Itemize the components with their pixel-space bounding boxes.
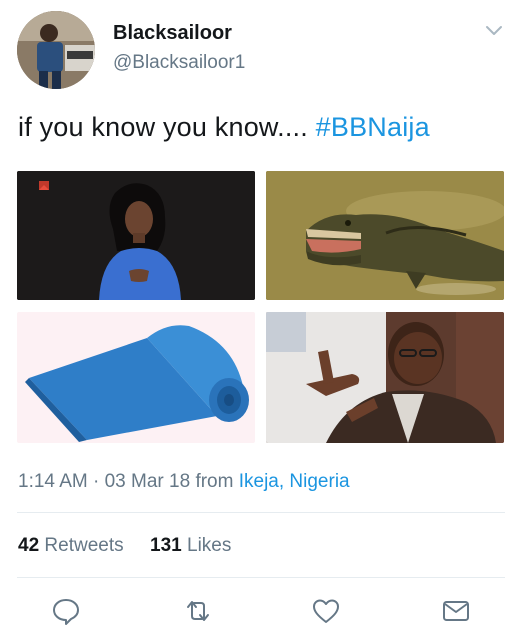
likes-stat[interactable]: 131 Likes (150, 535, 231, 556)
media-photo-4[interactable] (266, 312, 504, 443)
from-label: from (195, 471, 234, 492)
like-icon[interactable] (311, 596, 341, 626)
retweets-label: Retweets (44, 535, 124, 556)
chevron-down-icon[interactable] (483, 22, 505, 38)
location-link[interactable]: Ikeja, Nigeria (239, 471, 350, 492)
tweet-time[interactable]: 1:14 AM (18, 471, 88, 492)
tweet-text: if you know you know.... #BBNaija (18, 112, 430, 143)
tweet-stats: 42 Retweets 131 Likes (18, 535, 231, 557)
divider (17, 512, 505, 513)
tweet-body: if you know you know.... (18, 112, 308, 142)
reply-icon[interactable] (51, 596, 81, 626)
retweets-stat[interactable]: 42 Retweets (18, 535, 124, 556)
media-photo-3[interactable] (17, 312, 255, 443)
divider (17, 577, 505, 578)
meta-separator: · (93, 471, 100, 492)
hashtag-link[interactable]: #BBNaija (316, 112, 430, 142)
tweet-date[interactable]: 03 Mar 18 (105, 471, 191, 492)
media-photo-2[interactable] (266, 171, 504, 300)
retweet-icon[interactable] (183, 596, 213, 626)
tweet-meta: 1:14 AM · 03 Mar 18 from Ikeja, Nigeria (18, 471, 350, 493)
retweets-count: 42 (18, 535, 40, 556)
likes-count: 131 (150, 535, 182, 556)
user-handle[interactable]: @Blacksailoor1 (113, 52, 245, 74)
tweet-actions (0, 596, 522, 628)
user-name[interactable]: Blacksailoor (113, 22, 232, 45)
likes-label: Likes (187, 535, 232, 556)
avatar[interactable] (17, 11, 95, 89)
media-photo-1[interactable] (17, 171, 255, 300)
message-icon[interactable] (441, 596, 471, 626)
